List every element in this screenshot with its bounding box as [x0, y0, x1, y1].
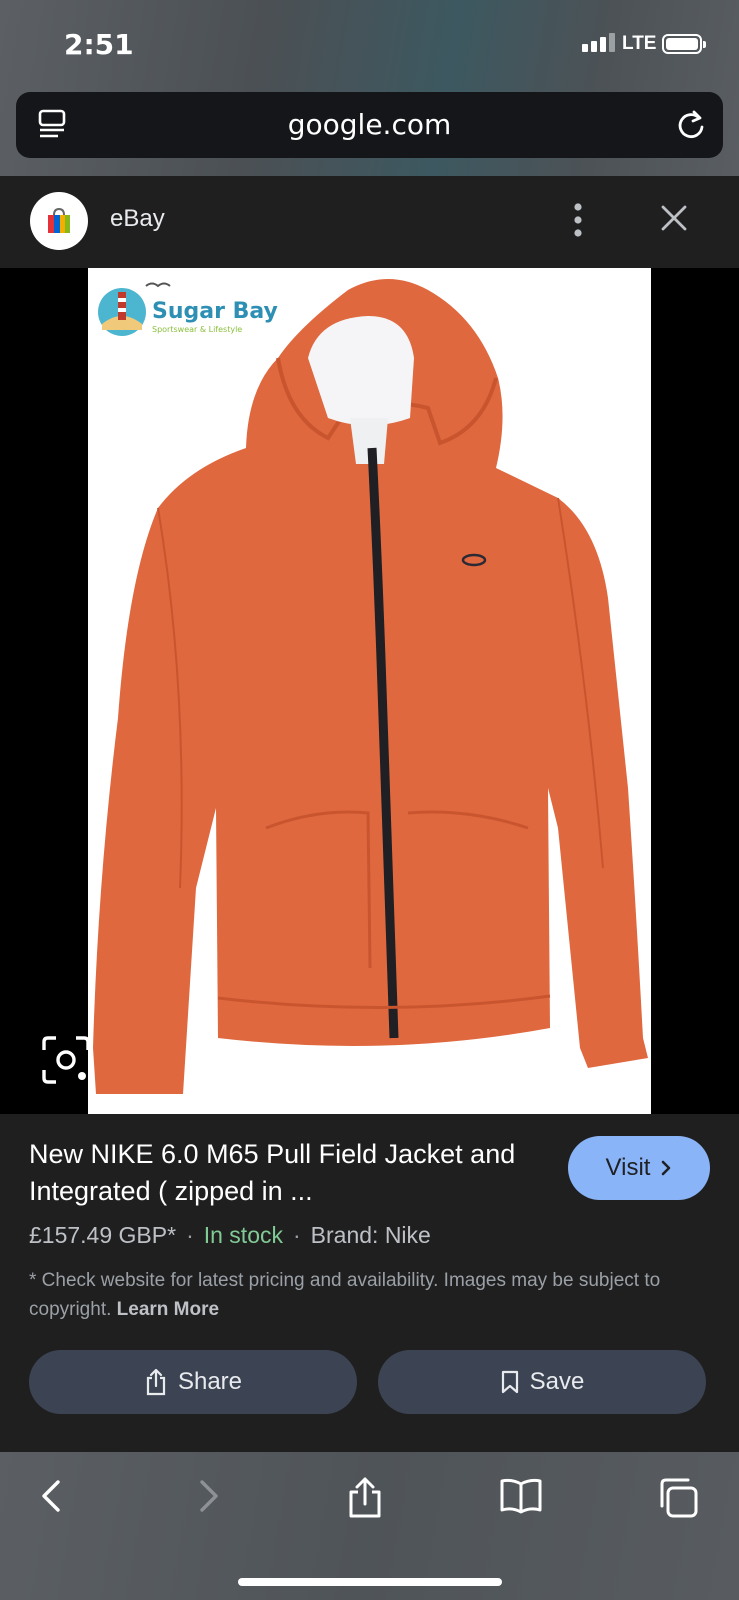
availability: In stock: [203, 1222, 283, 1248]
chevron-right-icon: [662, 1160, 671, 1176]
save-button[interactable]: Save: [378, 1350, 706, 1414]
address-bar[interactable]: google.com: [16, 92, 723, 158]
price-line: £157.49 GBP* · In stock · Brand: Nike: [29, 1222, 431, 1249]
separator-dot: ·: [293, 1222, 301, 1248]
disclaimer: * Check website for latest pricing and a…: [29, 1266, 679, 1324]
save-label: Save: [529, 1368, 585, 1395]
visit-button[interactable]: Visit: [568, 1136, 710, 1200]
reload-icon[interactable]: [675, 108, 707, 142]
product-title[interactable]: New NIKE 6.0 M65 Pull Field Jacket and I…: [29, 1136, 529, 1210]
share-button[interactable]: Share: [29, 1350, 357, 1414]
share-icon[interactable]: [346, 1476, 384, 1520]
share-label: Share: [177, 1368, 243, 1395]
svg-text:Sportswear & Lifestyle: Sportswear & Lifestyle: [152, 325, 242, 334]
image-viewer: Sugar Bay Sportswear & Lifestyle: [0, 268, 739, 1114]
tabs-overview-icon[interactable]: [656, 1476, 700, 1520]
site-name[interactable]: eBay: [110, 205, 165, 233]
book-icon[interactable]: [498, 1476, 544, 1516]
browser-toolbar: [0, 1452, 739, 1600]
sugar-bay-logo: Sugar Bay Sportswear & Lifestyle: [98, 282, 278, 336]
svg-text:Sugar Bay: Sugar Bay: [152, 299, 278, 324]
brand: Brand: Nike: [310, 1222, 431, 1248]
product-info: New NIKE 6.0 M65 Pull Field Jacket and I…: [0, 1114, 739, 1452]
separator-dot: ·: [186, 1222, 194, 1248]
url-text[interactable]: google.com: [16, 108, 723, 141]
network-type: LTE: [622, 33, 657, 54]
home-indicator: [238, 1578, 502, 1586]
result-card-header: eBay: [0, 176, 739, 268]
browser-top-chrome: 2:51 LTE google.com: [0, 0, 739, 176]
lens-icon: [42, 1036, 90, 1084]
ebay-site-logo: [30, 192, 88, 250]
back-icon[interactable]: [36, 1476, 64, 1516]
status-time: 2:51: [64, 28, 134, 61]
cellular-signal-icon: [582, 33, 615, 52]
share-icon: [146, 1368, 166, 1396]
shopping-bag-icon: [48, 207, 70, 233]
bookmark-icon: [501, 1370, 518, 1394]
lens-button[interactable]: [38, 1032, 94, 1088]
status-bar: 2:51 LTE: [0, 0, 739, 88]
jacket-illustration: Sugar Bay Sportswear & Lifestyle: [93, 279, 648, 1094]
price: £157.49 GBP*: [29, 1222, 177, 1248]
forward-icon[interactable]: [196, 1476, 224, 1516]
battery-icon: [662, 34, 706, 54]
more-vert-icon[interactable]: [572, 202, 584, 238]
product-image[interactable]: Sugar Bay Sportswear & Lifestyle: [88, 268, 651, 1114]
visit-label: Visit: [605, 1154, 651, 1181]
close-icon[interactable]: [660, 204, 688, 232]
learn-more-link[interactable]: Learn More: [117, 1299, 219, 1320]
